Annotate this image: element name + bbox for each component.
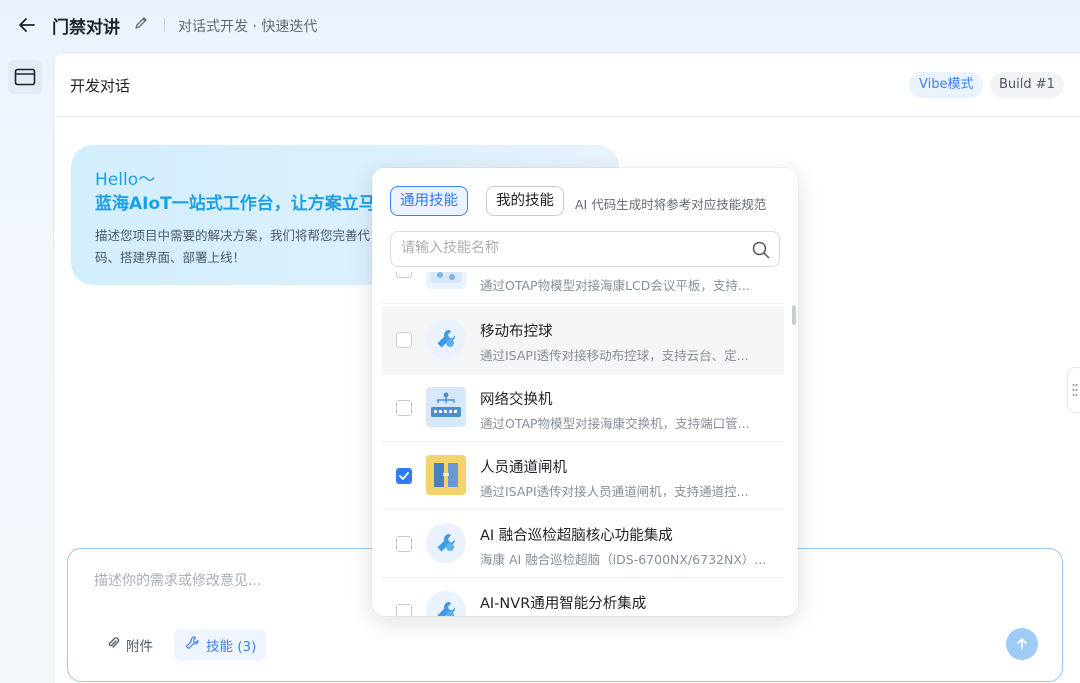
welcome-greeting: Hello～ — [95, 170, 156, 190]
skill-desc: 海康 AI 融合巡检超脑（iDS-6700NX/6732NX）... — [480, 552, 767, 567]
skill-list: 通过OTAP物模型对接海康LCD会议平板，支持... 移动布控球 通过ISAPI… — [372, 272, 798, 616]
skill-title: AI-NVR通用智能分析集成 — [480, 596, 647, 612]
tab-general-skills[interactable]: 通用技能 — [390, 186, 468, 216]
skill-checkbox[interactable] — [396, 272, 412, 278]
skill-checkbox[interactable] — [396, 400, 412, 416]
tab-my-skills[interactable]: 我的技能 — [486, 186, 564, 216]
skills-label: 技能 (3) — [206, 639, 257, 655]
attach-button[interactable]: 附件 — [94, 629, 165, 661]
top-bar: 门禁对讲 对话式开发 · 快速迭代 — [0, 0, 1080, 52]
skill-item[interactable]: 通过OTAP物模型对接海康LCD会议平板，支持... — [382, 272, 784, 304]
welcome-description: 描述您项目中需要的解决方案，我们将帮您完善代码、搭建界面、部署上线！ — [95, 228, 371, 265]
skill-item[interactable]: 网络交换机 通过OTAP物模型对接海康交换机，支持端口管... — [382, 374, 784, 442]
panel-header: 开发对话 Vibe模式 Build #1 — [54, 53, 1080, 117]
project-title: 门禁对讲 — [52, 18, 120, 38]
paperclip-icon — [106, 636, 120, 654]
skill-desc: 通过ISAPI透传对接移动布控球，支持云台、定... — [480, 348, 749, 363]
skill-title: AI 融合巡检超脑核心功能集成 — [480, 528, 673, 544]
gate-icon — [426, 455, 466, 495]
wrench-icon — [426, 523, 466, 563]
build-badge[interactable]: Build #1 — [990, 72, 1064, 98]
skill-list-scrollbar[interactable] — [792, 305, 796, 325]
skills-dropdown: 通用技能 我的技能 AI 代码生成时将参考对应技能规范 通过OTAP物模型对接海… — [372, 168, 798, 616]
title-divider — [164, 18, 165, 32]
skill-title: 移动布控球 — [480, 324, 553, 340]
skill-desc: 通过ISAPI透传对接人员通道闸机，支持通道控... — [480, 484, 749, 499]
skill-checkbox[interactable] — [396, 604, 412, 616]
wrench-icon — [184, 635, 200, 655]
skill-desc: 通过OTAP物模型对接海康交换机，支持端口管... — [480, 416, 750, 431]
wrench-icon — [426, 591, 466, 616]
skill-item[interactable]: AI-NVR通用智能分析集成 — [382, 578, 784, 616]
vibe-mode-badge[interactable]: Vibe模式 — [909, 72, 984, 98]
panel-title: 开发对话 — [70, 77, 131, 95]
skill-search-box — [390, 231, 780, 267]
search-icon[interactable] — [751, 240, 771, 260]
skill-item[interactable]: 移动布控球 通过ISAPI透传对接移动布控球，支持云台、定... — [382, 306, 784, 374]
back-arrow-icon[interactable] — [14, 12, 40, 38]
pencil-icon[interactable] — [133, 15, 151, 33]
left-rail — [0, 52, 52, 683]
window-panel-icon[interactable] — [8, 60, 42, 94]
skill-item[interactable]: 人员通道闸机 通过ISAPI透传对接人员通道闸机，支持通道控... — [382, 442, 784, 510]
skills-button[interactable]: 技能 (3) — [174, 629, 267, 661]
drag-handle-icon[interactable] — [1067, 367, 1080, 413]
welcome-headline: 蓝海AIoT一站式工作台，让方案立马 — [95, 194, 376, 214]
wrench-icon — [426, 319, 466, 359]
skill-checkbox[interactable] — [396, 468, 412, 484]
switch-icon — [426, 387, 466, 427]
skill-title: 人员通道闸机 — [480, 460, 567, 476]
skill-title: 网络交换机 — [480, 392, 553, 408]
skill-item[interactable]: AI 融合巡检超脑核心功能集成 海康 AI 融合巡检超脑（iDS-6700NX/… — [382, 510, 784, 578]
attach-label: 附件 — [126, 639, 153, 655]
skill-checkbox[interactable] — [396, 536, 412, 552]
skill-checkbox[interactable] — [396, 332, 412, 348]
device-icon — [426, 272, 466, 289]
skill-search-input[interactable] — [401, 240, 731, 256]
send-button[interactable] — [1006, 628, 1038, 660]
project-subtitle: 对话式开发 · 快速迭代 — [178, 19, 318, 35]
skills-hint: AI 代码生成时将参考对应技能规范 — [575, 197, 767, 212]
skill-desc: 通过OTAP物模型对接海康LCD会议平板，支持... — [480, 278, 750, 293]
